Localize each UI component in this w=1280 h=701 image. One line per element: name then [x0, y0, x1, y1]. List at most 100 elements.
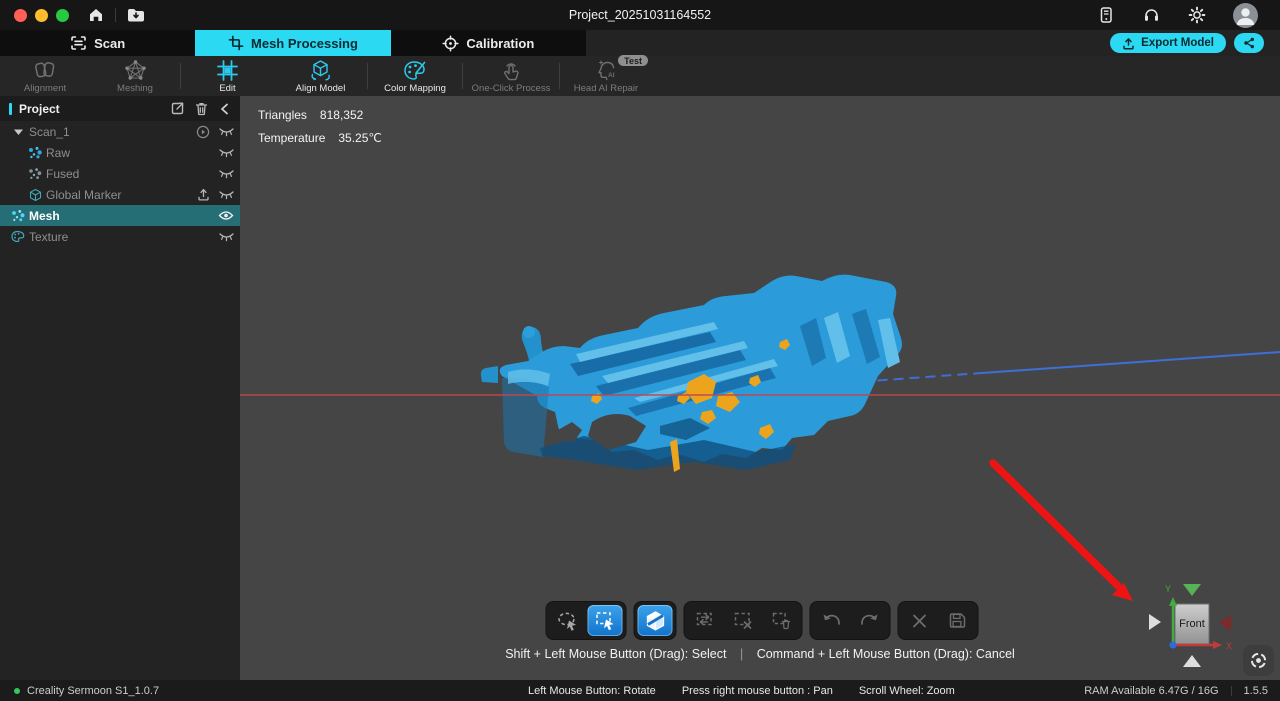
tool-head-ai-repair[interactable]: Test AI Head AI Repair	[560, 56, 652, 96]
eye-closed-icon[interactable]	[219, 232, 234, 242]
user-avatar[interactable]	[1233, 3, 1258, 28]
app-window: { "titlebar": { "title": "Project_202510…	[0, 0, 1280, 701]
orbit-view-button[interactable]	[1243, 645, 1274, 676]
tool-label: Alignment	[24, 83, 66, 94]
eye-closed-icon[interactable]	[219, 169, 234, 179]
gizmo-rotate-down-button	[1183, 655, 1201, 667]
marker-cube-icon	[27, 188, 43, 202]
caret-down-icon[interactable]	[10, 129, 26, 135]
select-visible-button[interactable]	[638, 605, 673, 636]
selection-hints: Shift + Left Mouse Button (Drag): Select…	[240, 647, 1280, 661]
eye-closed-icon[interactable]	[219, 127, 234, 137]
color-mapping-icon	[403, 59, 428, 82]
viewport-3d[interactable]: Triangles 818,352 Temperature 35.25℃	[240, 96, 1280, 680]
tool-meshing[interactable]: Meshing	[90, 56, 180, 96]
collapse-panel-icon[interactable]	[218, 102, 231, 116]
tree-item-fused[interactable]: Fused	[0, 163, 240, 184]
window-title: Project_20251031164552	[0, 8, 1280, 22]
titlebar: Project_20251031164552	[0, 0, 1280, 30]
tree-item-mesh[interactable]: Mesh	[0, 205, 240, 226]
tool-align-model[interactable]: Align Model	[274, 56, 367, 96]
status-hint-rotate: Left Mouse Button: Rotate	[528, 685, 656, 697]
point-cloud-icon	[27, 146, 43, 159]
save-button[interactable]	[940, 605, 975, 636]
minimize-window-button[interactable]	[35, 9, 48, 22]
tool-label: Edit	[219, 83, 235, 94]
axis-line-blue-dashed	[702, 373, 982, 393]
selection-toolbar	[546, 601, 979, 640]
rect-select-button[interactable]	[588, 605, 623, 636]
calibration-target-icon	[442, 35, 459, 52]
tool-alignment[interactable]: Alignment	[0, 56, 90, 96]
tool-label: One-Click Process	[472, 83, 551, 94]
temperature-label: Temperature	[258, 131, 325, 145]
ribbon-toolbar: Alignment Meshing Edit Align Model Color…	[0, 56, 1280, 96]
gizmo-face-label: Front	[1179, 618, 1205, 630]
eye-open-icon[interactable]	[218, 210, 234, 221]
window-controls	[14, 9, 69, 22]
head-ai-repair-icon: AI	[595, 59, 618, 82]
tree-item-label: Mesh	[29, 209, 60, 223]
project-panel: Project Scan_1 Raw Fused Gl	[0, 96, 240, 680]
hint-cancel: Command + Left Mouse Button (Drag): Canc…	[757, 647, 1015, 661]
support-headset-icon[interactable]	[1142, 6, 1161, 24]
tree-item-raw[interactable]: Raw	[0, 142, 240, 163]
tool-color-mapping[interactable]: Color Mapping	[368, 56, 462, 96]
tool-one-click-process[interactable]: One-Click Process	[463, 56, 559, 96]
undo-button[interactable]	[814, 605, 849, 636]
redo-icon	[858, 611, 880, 631]
upload-icon[interactable]	[197, 188, 210, 201]
alignment-icon	[33, 59, 57, 82]
eye-closed-icon[interactable]	[219, 148, 234, 158]
triangles-value: 818,352	[320, 108, 363, 122]
unscanned-patches	[591, 339, 790, 472]
share-button[interactable]	[1234, 33, 1264, 53]
deselect-button[interactable]	[726, 605, 761, 636]
crop-icon	[228, 35, 244, 51]
redo-button[interactable]	[852, 605, 887, 636]
tree-item-global-marker[interactable]: Global Marker	[0, 184, 240, 205]
project-panel-title: Project	[19, 102, 170, 116]
temperature-value: 35.25℃	[338, 131, 382, 145]
tab-label: Calibration	[466, 36, 534, 51]
tab-calibration[interactable]: Calibration	[391, 30, 586, 56]
play-circle-icon[interactable]	[196, 125, 210, 139]
export-model-button[interactable]: Export Model	[1110, 33, 1226, 53]
cancel-button[interactable]	[902, 605, 937, 636]
tool-label: Meshing	[117, 83, 153, 94]
save-floppy-icon	[948, 611, 967, 630]
close-window-button[interactable]	[14, 9, 27, 22]
lasso-select-icon	[556, 610, 578, 631]
home-icon[interactable]	[87, 6, 105, 24]
settings-gear-icon[interactable]	[1188, 6, 1206, 24]
tab-label: Scan	[94, 36, 125, 51]
invert-selection-icon	[694, 610, 716, 631]
axis-line-blue	[982, 352, 1280, 373]
tab-scan[interactable]: Scan	[0, 30, 195, 56]
device-manager-icon[interactable]	[1097, 6, 1115, 24]
tree-item-label: Scan_1	[29, 125, 70, 139]
eye-closed-icon[interactable]	[219, 190, 234, 200]
tab-mesh-processing[interactable]: Mesh Processing	[195, 30, 390, 56]
triangles-label: Triangles	[258, 108, 307, 122]
maximize-window-button[interactable]	[56, 9, 69, 22]
project-panel-header: Project	[0, 96, 240, 121]
meshing-icon	[124, 59, 147, 82]
invert-selection-button[interactable]	[688, 605, 723, 636]
export-project-icon[interactable]	[170, 101, 185, 116]
tab-label: Mesh Processing	[251, 36, 358, 51]
export-icon	[1122, 37, 1135, 50]
align-model-icon	[308, 59, 333, 82]
tree-item-label: Texture	[29, 230, 68, 244]
project-folder-icon[interactable]	[126, 6, 145, 24]
tree-item-scan-1[interactable]: Scan_1	[0, 121, 240, 142]
delete-project-icon[interactable]	[194, 101, 209, 116]
rect-select-icon	[594, 610, 616, 631]
tree-item-texture[interactable]: Texture	[0, 226, 240, 247]
annotation-arrow-red	[993, 463, 1133, 601]
tool-edit[interactable]: Edit	[181, 56, 274, 96]
export-model-label: Export Model	[1141, 37, 1214, 49]
orbit-target-icon	[1249, 651, 1268, 670]
delete-selection-button[interactable]	[764, 605, 799, 636]
lasso-select-button[interactable]	[550, 605, 585, 636]
